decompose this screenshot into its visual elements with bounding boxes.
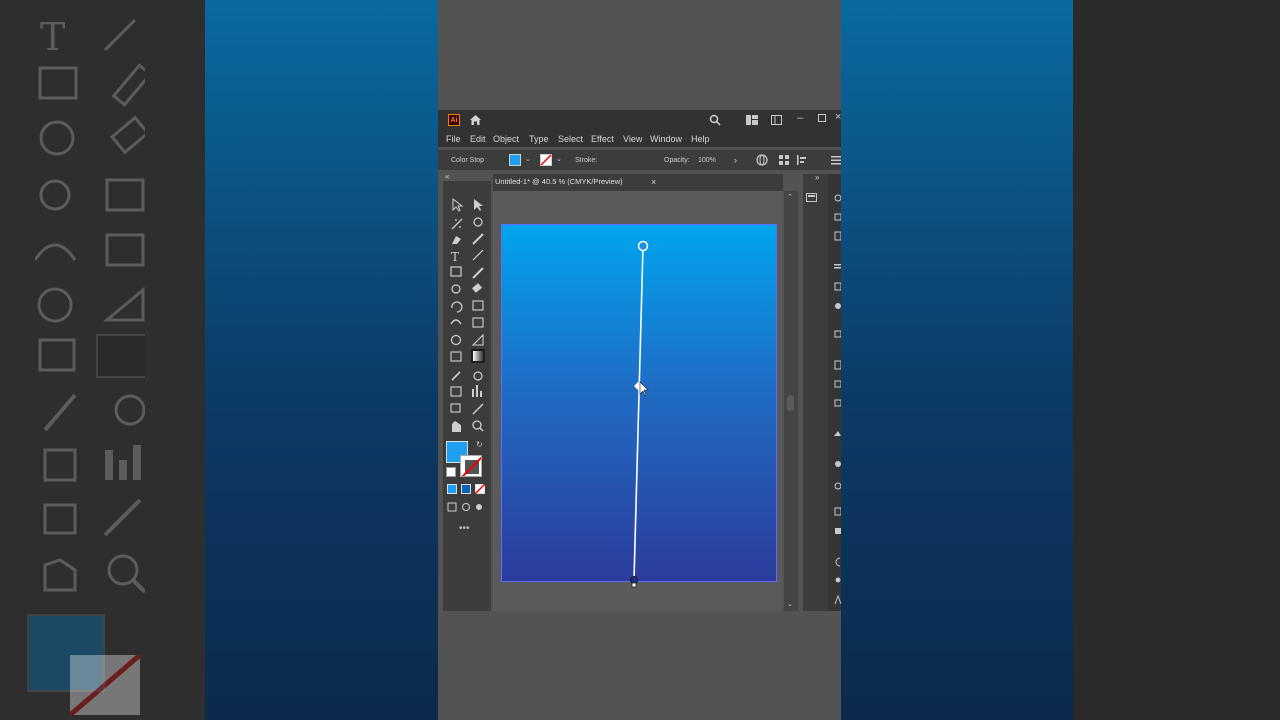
- lasso-tool-icon[interactable]: [473, 217, 483, 227]
- search-icon[interactable]: [709, 114, 721, 126]
- menu-edit[interactable]: Edit: [470, 131, 486, 147]
- home-icon[interactable]: [469, 114, 482, 126]
- scroll-down-icon[interactable]: ⌄: [787, 600, 793, 610]
- color-mode-icon[interactable]: [447, 484, 457, 494]
- stroke-swatch[interactable]: [460, 455, 482, 477]
- menu-view[interactable]: View: [623, 131, 642, 147]
- fill-color-swatch[interactable]: [509, 154, 521, 166]
- rotate-tool-icon[interactable]: [451, 301, 463, 313]
- properties-panel-icon[interactable]: [806, 193, 817, 202]
- close-icon[interactable]: ×: [835, 111, 841, 123]
- swap-fill-stroke-icon[interactable]: ↻: [476, 440, 483, 450]
- shaper-tool-icon[interactable]: [451, 284, 461, 294]
- magic-wand-tool-icon[interactable]: [451, 218, 463, 230]
- background-canvas-left: [205, 0, 438, 720]
- width-tool-icon[interactable]: [450, 319, 462, 325]
- none-mode-icon[interactable]: [475, 484, 485, 494]
- menu-select[interactable]: Select: [558, 131, 583, 147]
- rectangle-tool-icon[interactable]: [450, 266, 462, 277]
- free-transform-tool-icon[interactable]: [472, 317, 484, 328]
- menu-effect[interactable]: Effect: [591, 131, 614, 147]
- hand-tool-icon[interactable]: [452, 421, 461, 432]
- type-tool-icon[interactable]: T: [451, 250, 459, 264]
- background-right: [841, 0, 1280, 720]
- background-canvas-right: [841, 0, 1073, 720]
- menu-type[interactable]: Type: [529, 131, 549, 147]
- blend-tool-icon[interactable]: [473, 371, 483, 381]
- chevron-down-icon[interactable]: ⌄: [525, 155, 531, 165]
- menu-object[interactable]: Object: [493, 131, 519, 147]
- illustrator-logo: Ai: [448, 114, 460, 126]
- menu-window[interactable]: Window: [650, 131, 682, 147]
- graph-tool-icon[interactable]: [472, 385, 482, 397]
- eyedropper-tool-icon[interactable]: [451, 371, 461, 381]
- perspective-grid-tool-icon[interactable]: [471, 333, 484, 346]
- collapse-toolbox-icon[interactable]: «: [445, 172, 449, 182]
- slice-tool-icon[interactable]: [472, 403, 484, 415]
- zoom-tool-icon[interactable]: [472, 420, 482, 430]
- expand-panels-icon[interactable]: »: [815, 173, 819, 183]
- draw-mode-icons[interactable]: [447, 502, 485, 512]
- line-tool-icon[interactable]: [472, 249, 484, 261]
- menu-file[interactable]: File: [446, 131, 461, 147]
- background-left: T: [0, 0, 438, 720]
- eraser-tool-icon[interactable]: [472, 283, 482, 293]
- background-stroke-swatch: [70, 655, 140, 715]
- minimize-icon[interactable]: –: [797, 112, 803, 124]
- selection-tool-icon[interactable]: [452, 197, 464, 212]
- pen-tool-icon[interactable]: [452, 236, 461, 244]
- background-tool-icons: T: [35, 15, 145, 594]
- stroke-label: Stroke:: [575, 157, 598, 164]
- stroke-color-swatch[interactable]: [540, 154, 552, 166]
- artboard-tool-icon[interactable]: [450, 403, 461, 413]
- shape-builder-tool-icon[interactable]: [450, 334, 462, 346]
- chevron-down-icon[interactable]: ⌄: [556, 155, 562, 165]
- svg-text:T: T: [40, 15, 65, 59]
- tool-icons: T: [450, 197, 485, 432]
- document-tab-close-icon[interactable]: ×: [651, 176, 656, 188]
- opacity-label: Opacity:: [664, 157, 690, 164]
- panel-menu-icon[interactable]: [831, 155, 841, 165]
- chevron-right-icon[interactable]: ›: [734, 155, 737, 165]
- curvature-tool-icon[interactable]: [472, 233, 484, 245]
- gradient-mode-icon[interactable]: [461, 484, 471, 494]
- control-mode-label: Color Stop: [451, 157, 485, 164]
- scale-tool-icon[interactable]: [472, 300, 484, 311]
- panel-dock-icons[interactable]: [833, 188, 841, 608]
- align-distribute-icon[interactable]: [797, 155, 809, 165]
- scrollbar-thumb[interactable]: [787, 395, 794, 411]
- background-panel: [1073, 0, 1280, 720]
- maximize-icon[interactable]: [818, 114, 826, 122]
- workspace-icon[interactable]: [771, 115, 782, 125]
- recolor-globe-icon[interactable]: [756, 154, 768, 166]
- edit-toolbar-icon[interactable]: •••: [459, 523, 470, 534]
- menu-help[interactable]: Help: [691, 131, 710, 147]
- document-tab-title[interactable]: Untitled-1* @ 40.5 % (CMYK/Preview): [495, 176, 623, 188]
- align-grid-icon[interactable]: [779, 155, 789, 165]
- paintbrush-tool-icon[interactable]: [472, 267, 484, 279]
- artboard-gradient-rectangle[interactable]: [501, 224, 777, 582]
- mesh-tool-icon[interactable]: [450, 351, 462, 362]
- direct-selection-tool-icon[interactable]: [474, 199, 483, 211]
- default-colors-icon[interactable]: [446, 467, 456, 477]
- arrange-documents-icon[interactable]: [746, 115, 758, 125]
- opacity-value[interactable]: 100%: [698, 156, 716, 166]
- scroll-up-icon[interactable]: ⌃: [787, 193, 793, 203]
- symbol-sprayer-tool-icon[interactable]: [450, 386, 462, 397]
